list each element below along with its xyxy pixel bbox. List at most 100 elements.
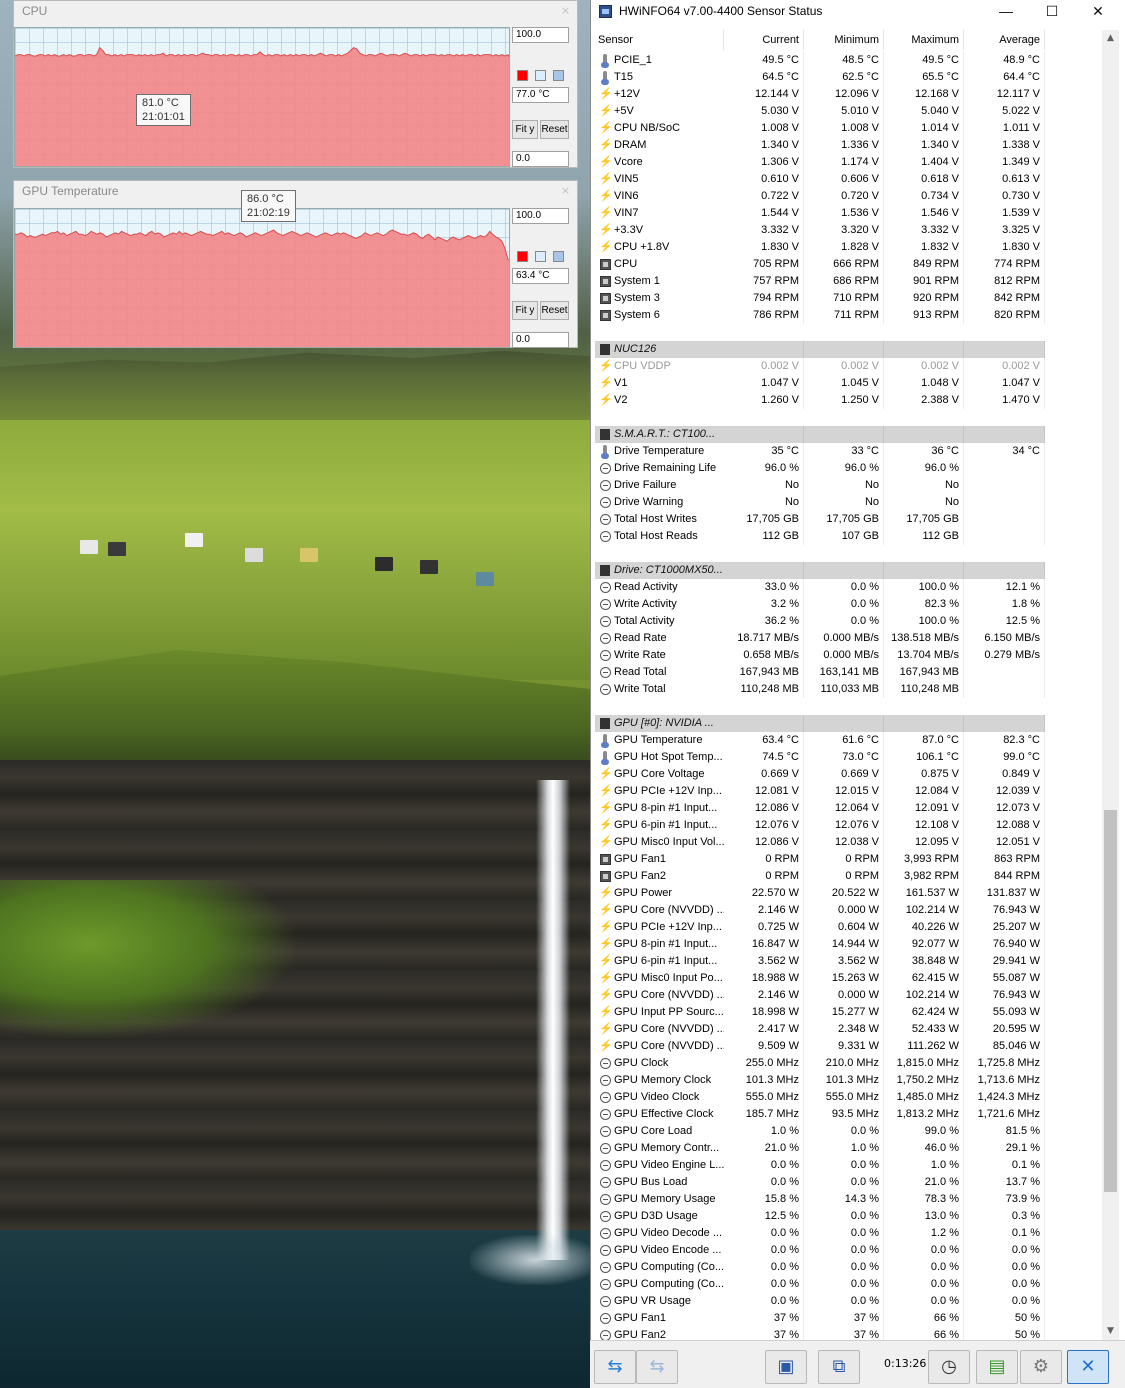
table-row[interactable]: GPU Memory Contr... 21.0 % 1.0 % 46.0 % 29.1… [595,1140,1045,1157]
scroll-down-icon[interactable]: ▼ [1102,1323,1119,1340]
table-row[interactable]: T15 64.5 °C 62.5 °C 65.5 °C 64.4 °C [595,69,1045,86]
table-row[interactable]: ⚡ VIN5 0.610 V 0.606 V 0.618 V 0.613 V [595,171,1045,188]
close-x-icon[interactable]: ✕ [1067,1350,1109,1384]
table-row[interactable]: Drive Remaining Life 96.0 % 96.0 % 96.0 % [595,460,1045,477]
cpu-graph-window[interactable]: CPU × 100.0 77.0 °C Fit y Reset 0.0 81.0… [13,0,578,168]
monitor-report-icon[interactable]: ▣ [765,1350,807,1384]
table-row[interactable]: ⚡ +3.3V 3.332 V 3.320 V 3.332 V 3.325 V [595,222,1045,239]
network-icon[interactable]: ⧉ [818,1350,860,1384]
navigate-arrows-icon[interactable]: ⇆ [594,1350,636,1384]
table-row[interactable]: Read Activity 33.0 % 0.0 % 100.0 % 12.1 % [595,579,1045,596]
table-row[interactable]: ⚡ VIN6 0.722 V 0.720 V 0.734 V 0.730 V [595,188,1045,205]
table-row[interactable]: GPU Fan1 0 RPM 0 RPM 3,993 RPM 863 RPM [595,851,1045,868]
table-row[interactable]: GPU Video Clock 555.0 MHz 555.0 MHz 1,485.0… [595,1089,1045,1106]
table-row[interactable]: ⚡ CPU +1.8V 1.830 V 1.828 V 1.832 V 1.830 V [595,239,1045,256]
fit-y-button[interactable]: Fit y [512,301,538,320]
table-row[interactable]: ⚡ V1 1.047 V 1.045 V 1.048 V 1.047 V [595,375,1045,392]
graph-color-swatch[interactable] [535,251,546,262]
table-row[interactable]: System 6 786 RPM 711 RPM 913 RPM 820 RPM [595,307,1045,324]
table-row[interactable]: ⚡ GPU Core (NVVDD) ... 2.146 W 0.000 W 102.2… [595,987,1045,1004]
navigate-arrows-disabled-icon[interactable]: ⇆ [636,1350,678,1384]
table-row[interactable]: ⚡ GPU Misc0 Input Po... 18.988 W 15.263 W 62… [595,970,1045,987]
table-row[interactable]: ⚡ GPU 8-pin #1 Input... 16.847 W 14.944 W 92… [595,936,1045,953]
table-row[interactable]: ⚡ GPU Core (NVVDD) ... 9.509 W 9.331 W 111.2… [595,1038,1045,1055]
graph-color-swatch[interactable] [553,251,564,262]
table-row[interactable]: System 1 757 RPM 686 RPM 901 RPM 812 RPM [595,273,1045,290]
maximize-button[interactable]: ☐ [1029,0,1075,22]
column-header-minimum[interactable]: Minimum [804,30,884,50]
hwinfo-sensor-window[interactable]: HWiNFO64 v7.00-4400 Sensor Status — ☐ ✕ … [590,0,1125,1388]
table-row[interactable]: ⚡ DRAM 1.340 V 1.336 V 1.340 V 1.338 V [595,137,1045,154]
table-row[interactable]: ⚡ CPU VDDP 0.002 V 0.002 V 0.002 V 0.002 V [595,358,1045,375]
close-button[interactable]: ✕ [1075,0,1121,22]
table-row[interactable]: GPU Clock 255.0 MHz 210.0 MHz 1,815.0 MHz 1,… [595,1055,1045,1072]
table-row[interactable]: ⚡ GPU Power 22.570 W 20.522 W 161.537 W 131.8… [595,885,1045,902]
table-row[interactable]: Drive Warning No No No [595,494,1045,511]
table-row[interactable]: ⚡ GPU 8-pin #1 Input... 12.086 V 12.064 V 12… [595,800,1045,817]
graph-color-swatch[interactable] [517,70,528,81]
table-row[interactable]: GPU Core Load 1.0 % 0.0 % 99.0 % 81.5 % [595,1123,1045,1140]
table-row[interactable]: Write Activity 3.2 % 0.0 % 82.3 % 1.8 % [595,596,1045,613]
table-row[interactable]: CPU 705 RPM 666 RPM 849 RPM 774 RPM [595,256,1045,273]
table-row[interactable]: GPU D3D Usage 12.5 % 0.0 % 13.0 % 0.3 % [595,1208,1045,1225]
table-row[interactable]: ⚡ GPU Core (NVVDD) ... 2.417 W 2.348 W 52.43… [595,1021,1045,1038]
column-header-maximum[interactable]: Maximum [884,30,964,50]
graph-close-icon[interactable]: × [558,183,573,198]
table-row[interactable]: GPU Video Encode ... 0.0 % 0.0 % 0.0 % 0.0 % [595,1242,1045,1259]
table-row[interactable]: GPU Video Engine L... 0.0 % 0.0 % 1.0 % 0.1 … [595,1157,1045,1174]
table-row[interactable]: ⚡ CPU NB/SoC 1.008 V 1.008 V 1.014 V 1.011 V [595,120,1045,137]
graph-close-icon[interactable]: × [558,3,573,18]
graph-color-swatch[interactable] [517,251,528,262]
table-row[interactable]: System 3 794 RPM 710 RPM 920 RPM 842 RPM [595,290,1045,307]
table-row[interactable]: GPU Fan1 37 % 37 % 66 % 50 % [595,1310,1045,1327]
scroll-up-icon[interactable]: ▲ [1102,30,1119,47]
cpu-graph-plot[interactable] [14,27,510,167]
table-row[interactable]: ⚡ +5V 5.030 V 5.010 V 5.040 V 5.022 V [595,103,1045,120]
table-row[interactable]: GPU Video Decode ... 0.0 % 0.0 % 1.2 % 0.1 % [595,1225,1045,1242]
table-row[interactable]: ⚡ GPU 6-pin #1 Input... 12.076 V 12.076 V 12… [595,817,1045,834]
table-row[interactable]: GPU Computing (Co... 0.0 % 0.0 % 0.0 % 0.0 % [595,1276,1045,1293]
table-row[interactable]: ⚡ GPU PCIe +12V Inp... 0.725 W 0.604 W 40.22… [595,919,1045,936]
table-row[interactable]: GPU Memory Usage 15.8 % 14.3 % 78.3 % 73.9 % [595,1191,1045,1208]
table-row[interactable]: GPU Bus Load 0.0 % 0.0 % 21.0 % 13.7 % [595,1174,1045,1191]
table-row[interactable]: ⚡ GPU PCIe +12V Inp... 12.081 V 12.015 V 12.… [595,783,1045,800]
graph-color-swatch[interactable] [553,70,564,81]
table-row[interactable]: ⚡ GPU Misc0 Input Vol... 12.086 V 12.038 V1… [595,834,1045,851]
table-row[interactable]: Total Activity 36.2 % 0.0 % 100.0 % 12.5 % [595,613,1045,630]
settings-gear-icon[interactable]: ⚙ [1020,1350,1062,1384]
column-header-sensor[interactable]: Sensor [598,30,724,50]
sensor-group-header[interactable]: S.M.A.R.T.: CT100... [595,426,1045,443]
table-row[interactable]: ⚡ VIN7 1.544 V 1.536 V 1.546 V 1.539 V [595,205,1045,222]
table-row[interactable]: ⚡ GPU Core Voltage 0.669 V 0.669 V 0.875 V 0.… [595,766,1045,783]
table-row[interactable]: Read Total 167,943 MB 163,141 MB 167,943 MB [595,664,1045,681]
sensor-group-header[interactable]: GPU [#0]: NVIDIA ... [595,715,1045,732]
graph-color-swatch[interactable] [535,70,546,81]
gpu-temperature-graph-window[interactable]: GPU Temperature × 100.0 63.4 °C Fit y Re… [13,180,578,348]
table-row[interactable]: ⚡ Vcore 1.306 V 1.174 V 1.404 V 1.349 V [595,154,1045,171]
reset-button[interactable]: Reset [540,120,569,139]
table-row[interactable]: GPU Fan2 37 % 37 % 66 % 50 % [595,1327,1045,1340]
table-row[interactable]: Total Host Reads 112 GB 107 GB 112 GB [595,528,1045,545]
add-report-icon[interactable]: ▤ [976,1350,1018,1384]
table-row[interactable]: Read Rate 18.717 MB/s 0.000 MB/s 138.518 MB… [595,630,1045,647]
table-row[interactable]: ⚡ GPU 6-pin #1 Input... 3.562 W 3.562 W 38.8… [595,953,1045,970]
table-row[interactable]: PCIE_1 49.5 °C 48.5 °C 49.5 °C 48.9 °C [595,52,1045,69]
table-row[interactable]: GPU Computing (Co... 0.0 % 0.0 % 0.0 % 0.0 % [595,1259,1045,1276]
table-row[interactable]: Write Rate 0.658 MB/s 0.000 MB/s 13.704 MB/… [595,647,1045,664]
table-row[interactable]: ⚡ GPU Core (NVVDD) ... 2.146 W 0.000 W 102.2… [595,902,1045,919]
window-titlebar[interactable]: HWiNFO64 v7.00-4400 Sensor Status — ☐ ✕ [591,0,1125,22]
table-row[interactable]: GPU VR Usage 0.0 % 0.0 % 0.0 % 0.0 % [595,1293,1045,1310]
table-row[interactable]: Drive Failure No No No [595,477,1045,494]
sensor-group-header[interactable]: Drive: CT1000MX50... [595,562,1045,579]
column-header-average[interactable]: Average [964,30,1045,50]
table-row[interactable]: GPU Fan2 0 RPM 0 RPM 3,982 RPM 844 RPM [595,868,1045,885]
table-row[interactable]: GPU Hot Spot Temp... 74.5 °C 73.0 °C 106.1 … [595,749,1045,766]
column-header-current[interactable]: Current [724,30,804,50]
table-row[interactable]: ⚡ V2 1.260 V 1.250 V 2.388 V 1.470 V [595,392,1045,409]
table-row[interactable]: GPU Memory Clock 101.3 MHz 101.3 MHz 1,750.… [595,1072,1045,1089]
minimize-button[interactable]: — [983,0,1029,22]
table-row[interactable]: GPU Temperature 63.4 °C 61.6 °C 87.0 °C 82.3… [595,732,1045,749]
table-row[interactable]: GPU Effective Clock 185.7 MHz 93.5 MHz 1,81… [595,1106,1045,1123]
scroll-thumb[interactable] [1104,810,1117,1192]
table-row[interactable]: Total Host Writes 17,705 GB 17,705 GB 17,70… [595,511,1045,528]
